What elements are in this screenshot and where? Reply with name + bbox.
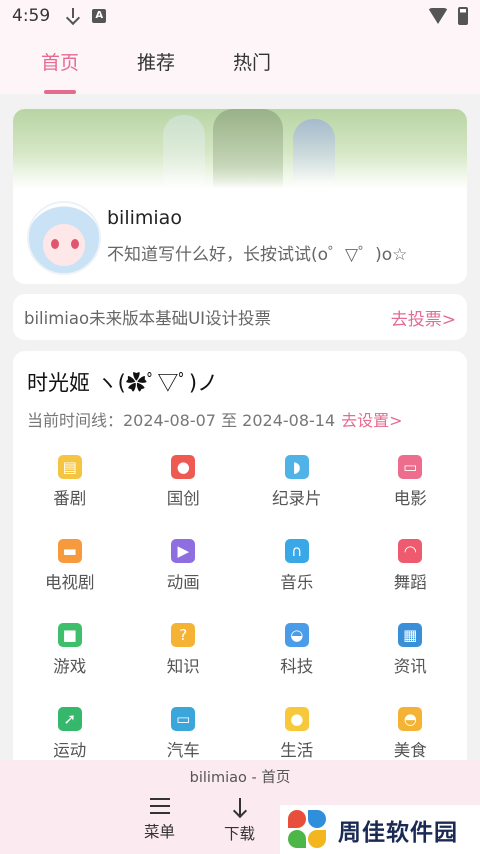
category-headphones[interactable]: ∩ 音乐 — [240, 533, 354, 617]
timeline-card: 时光姬 ヽ(✿ﾟ▽ﾟ)ノ 当前时间线：2024-08-07 至 2024-08-… — [13, 351, 467, 771]
banner-tree — [213, 109, 283, 189]
creeper-icon: ■ — [57, 623, 82, 647]
watermark: 周佳软件园 — [280, 805, 480, 854]
bulb-icon: ? — [171, 623, 196, 647]
category-whale[interactable]: ◗ 纪录片 — [240, 449, 354, 533]
car-icon: ▭ — [171, 707, 196, 731]
category-label: 音乐 — [280, 573, 314, 592]
a-badge-icon: A — [92, 9, 107, 23]
headphones-icon: ∩ — [284, 539, 309, 563]
category-label: 运动 — [53, 741, 87, 760]
avatar-eye-right — [71, 239, 79, 249]
play-icon: ▶ — [171, 539, 196, 563]
download-button[interactable]: 下载 — [224, 798, 255, 844]
download-status-icon — [66, 8, 80, 24]
category-sofa[interactable]: ▬ 电视剧 — [13, 533, 127, 617]
status-time: 4:59 — [12, 6, 51, 26]
ufo-icon: ◒ — [284, 623, 309, 647]
tab-home[interactable]: 首页 — [12, 32, 108, 94]
page-title: bilimiao - 首页 — [189, 770, 291, 786]
category-tv[interactable]: ▤ 番剧 — [13, 449, 127, 533]
tv-icon: ▤ — [57, 455, 82, 479]
category-label: 游戏 — [53, 657, 87, 676]
category-peach[interactable]: ● 国创 — [127, 449, 241, 533]
watermark-text: 周佳软件园 — [338, 819, 458, 846]
profile-name: bilimiao — [107, 207, 182, 229]
download-icon — [232, 798, 248, 818]
category-creeper[interactable]: ■ 游戏 — [13, 617, 127, 701]
category-bulb[interactable]: ? 知识 — [127, 617, 241, 701]
category-label: 资讯 — [393, 657, 427, 676]
category-label: 舞蹈 — [393, 573, 427, 592]
vote-text: bilimiao未来版本基础UI设计投票 — [24, 309, 272, 328]
peach-icon: ● — [171, 455, 196, 479]
timeline-range: 当前时间线：2024-08-07 至 2024-08-14 去设置> — [27, 407, 403, 431]
tab-hot[interactable]: 热门 — [204, 32, 300, 94]
category-label: 电影 — [393, 489, 427, 508]
runner-icon: ➚ — [57, 707, 82, 731]
profile-signature: 不知道写什么好，长按试试(o゜▽゜)o☆ — [107, 245, 408, 265]
category-label: 科技 — [280, 657, 314, 676]
top-tab-bar: 首页 推荐 热门 — [0, 32, 480, 94]
whale-icon: ◗ — [284, 455, 309, 479]
menu-icon — [149, 798, 170, 814]
category-label: 番剧 — [53, 489, 87, 508]
avatar[interactable] — [27, 201, 101, 275]
profile-card[interactable]: bilimiao 不知道写什么好，长按试试(o゜▽゜)o☆ — [13, 109, 467, 284]
timeline-title: 时光姬 ヽ(✿ﾟ▽ﾟ)ノ — [27, 371, 219, 395]
category-fan[interactable]: ◠ 舞蹈 — [354, 533, 468, 617]
duck-icon: ● — [284, 707, 309, 731]
banner-character-left — [163, 115, 205, 185]
profile-banner-image — [13, 109, 467, 189]
vote-link[interactable]: 去投票> — [391, 305, 456, 330]
timeline-range-label: 当前时间线：2024-08-07 至 2024-08-14 — [27, 411, 336, 430]
category-3d-glasses[interactable]: ▭ 电影 — [354, 449, 468, 533]
banner-character-right — [293, 119, 335, 185]
category-grid: ▤ 番剧 ● 国创 ◗ 纪录片 ▭ 电影 ▬ 电视剧 ▶ 动画 ∩ 音乐 ◠ 舞蹈 ■ 游戏? 知识 ◒ 科技 ▦ 资讯 ➚ 运… — [13, 449, 467, 771]
timeline-set-link[interactable]: 去设置> — [341, 411, 402, 430]
category-label: 纪录片 — [272, 489, 322, 508]
category-label: 生活 — [280, 741, 314, 760]
newspaper-icon: ▦ — [398, 623, 423, 647]
category-ufo[interactable]: ◒ 科技 — [240, 617, 354, 701]
sofa-icon: ▬ — [57, 539, 82, 563]
category-label: 国创 — [166, 489, 200, 508]
3d-glasses-icon: ▭ — [398, 455, 423, 479]
category-newspaper[interactable]: ▦ 资讯 — [354, 617, 468, 701]
food-icon: ◓ — [398, 707, 423, 731]
category-play[interactable]: ▶ 动画 — [127, 533, 241, 617]
avatar-eye-left — [51, 239, 59, 249]
category-label: 动画 — [166, 573, 200, 592]
watermark-logo-icon — [288, 809, 328, 850]
category-label: 美食 — [393, 741, 427, 760]
category-label: 电视剧 — [45, 573, 95, 592]
fan-icon: ◠ — [398, 539, 423, 563]
wifi-icon — [428, 8, 448, 24]
tab-recommend[interactable]: 推荐 — [108, 32, 204, 94]
battery-icon — [458, 7, 468, 25]
menu-button[interactable]: 菜单 — [144, 798, 175, 842]
category-label: 知识 — [166, 657, 200, 676]
download-label: 下载 — [224, 825, 256, 843]
category-label: 汽车 — [166, 741, 200, 760]
status-bar: 4:59 A — [0, 0, 480, 32]
vote-banner[interactable]: bilimiao未来版本基础UI设计投票 去投票> — [13, 294, 467, 340]
menu-label: 菜单 — [144, 823, 176, 841]
